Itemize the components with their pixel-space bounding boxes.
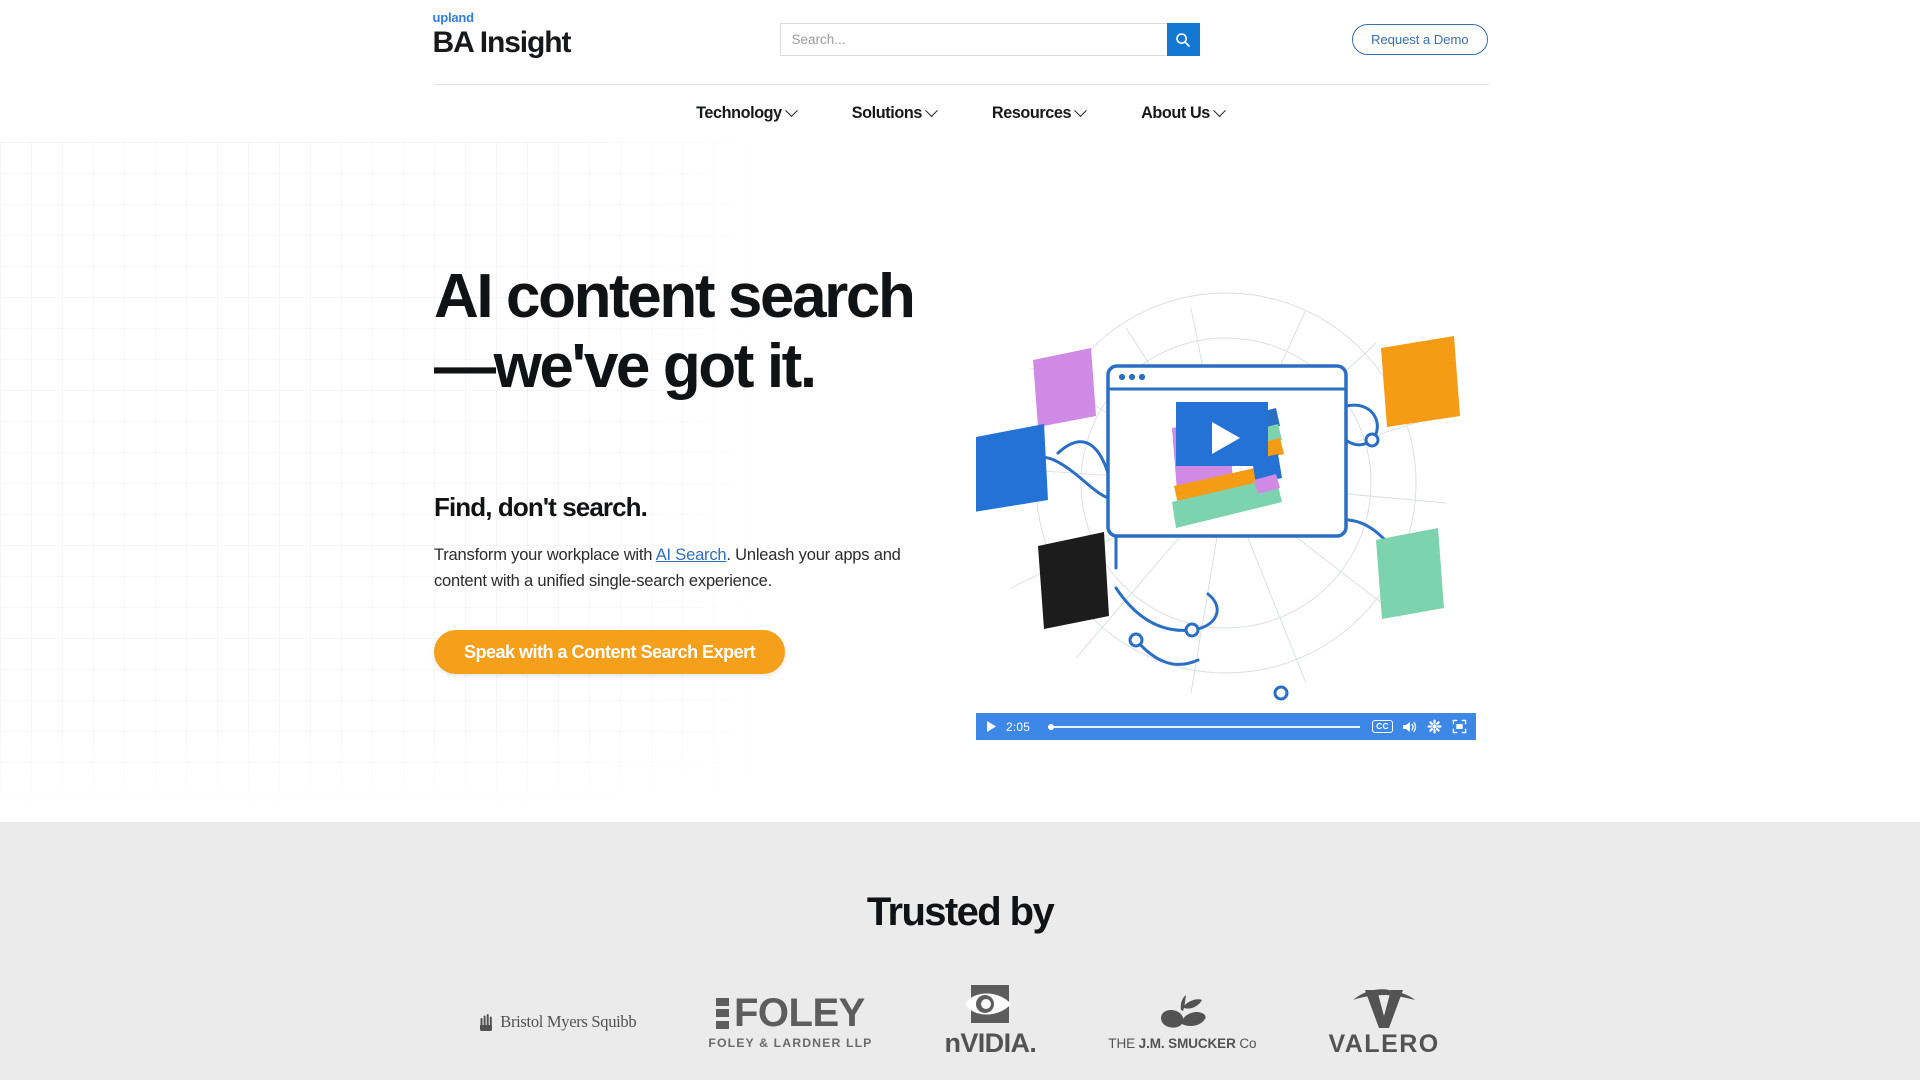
hero-subheading: Find, don't search.	[434, 492, 648, 523]
nav-item-about-us[interactable]: About Us	[1141, 104, 1226, 123]
video-illustration-graphic	[976, 292, 1460, 701]
brand-upland-label: upland	[432, 10, 475, 25]
hero-copy: AI content search—we've got it. Find, do…	[434, 262, 954, 675]
search-box	[779, 23, 1200, 56]
customer-logos-row: Bristol Myers Squibb FOLEY FOLEY & LARDN…	[0, 985, 1920, 1059]
nav-label: Technology	[696, 104, 782, 122]
logo-jm-smucker: THE J.M. SMUCKER Co	[1108, 994, 1257, 1051]
chevron-down-icon	[925, 104, 938, 118]
logo-label: THE J.M. SMUCKER Co	[1108, 1036, 1256, 1051]
closed-captions-button[interactable]: CC	[1372, 720, 1393, 733]
site-header: upland BA Insight Request a Demo	[0, 0, 1920, 85]
logo-label: Bristol Myers Squibb	[500, 1012, 637, 1031]
volume-icon	[1402, 721, 1416, 732]
gear-icon	[1427, 719, 1442, 734]
hero-body-before: Transform your workplace with	[434, 546, 656, 565]
search-button[interactable]	[1166, 23, 1200, 56]
fullscreen-icon	[1452, 719, 1467, 734]
video-progress-track	[1048, 725, 1361, 728]
brand-logo[interactable]: upland BA Insight	[432, 10, 572, 60]
deco-square-green	[1376, 528, 1444, 619]
trusted-by-section: Trusted by Bristol Myers Squibb FOLEY FO…	[0, 822, 1920, 1080]
logo-sublabel: FOLEY & LARDNER LLP	[708, 1036, 873, 1050]
nav-item-technology[interactable]: Technology	[696, 104, 798, 123]
smucker-pre: THE	[1108, 1035, 1139, 1051]
nvidia-eye-icon	[965, 985, 1012, 1023]
request-demo-button[interactable]: Request a Demo	[1351, 24, 1488, 55]
chevron-down-icon	[1212, 104, 1226, 118]
valero-v-icon	[1353, 988, 1416, 1028]
nav-item-resources[interactable]: Resources	[991, 104, 1087, 123]
video-progress-handle[interactable]	[1048, 723, 1054, 730]
smucker-post: Co	[1239, 1035, 1257, 1051]
brand-name-label: BA Insight	[432, 26, 572, 59]
trusted-by-title: Trusted by	[866, 890, 1055, 934]
nav-label: Resources	[991, 104, 1072, 122]
speak-with-expert-button[interactable]: Speak with a Content Search Expert	[434, 630, 786, 675]
deco-square-orange	[1381, 336, 1460, 427]
foley-bars-icon	[715, 997, 729, 1029]
smucker-bold: J.M. SMUCKER	[1138, 1035, 1240, 1051]
logo-foley-lardner: FOLEY FOLEY & LARDNER LLP	[708, 991, 873, 1050]
main-navigation: Technology Solutions Resources About Us	[0, 85, 1920, 142]
page-root: upland BA Insight Request a Demo Technol…	[0, 0, 1920, 1080]
chevron-down-icon	[1074, 104, 1087, 118]
logo-nvidia: nVIDIA.	[944, 985, 1037, 1059]
fullscreen-button[interactable]	[1451, 718, 1468, 735]
deco-square-purple	[1033, 348, 1096, 427]
settings-button[interactable]	[1426, 718, 1443, 735]
video-time-label: 2:05	[1006, 719, 1031, 734]
logo-label: VALERO	[1328, 1029, 1440, 1058]
deco-square-black	[1038, 532, 1109, 629]
nav-label: About Us	[1141, 104, 1210, 122]
play-button[interactable]	[984, 720, 998, 734]
smucker-fruit-icon	[1161, 994, 1206, 1028]
video-player[interactable]: 2:05 CC	[976, 288, 1476, 740]
logo-valero: VALERO	[1328, 986, 1439, 1059]
ai-search-link[interactable]: AI Search	[656, 546, 727, 564]
play-icon	[986, 721, 996, 732]
nav-label: Solutions	[851, 104, 923, 122]
video-progress-bar[interactable]	[1048, 720, 1361, 734]
logo-bristol-myers-squibb: Bristol Myers Squibb	[480, 1012, 637, 1032]
hero-heading: AI content search—we've got it.	[434, 262, 916, 402]
video-control-bar: 2:05 CC	[976, 713, 1476, 740]
hero-section: AI content search—we've got it. Find, do…	[0, 142, 1920, 822]
bristol-myers-squibb-mark-icon	[480, 1014, 493, 1031]
search-icon	[1176, 32, 1190, 47]
logo-label: nVIDIA.	[944, 1028, 1037, 1058]
chevron-down-icon	[784, 104, 798, 118]
nav-item-solutions[interactable]: Solutions	[851, 104, 938, 123]
volume-button[interactable]	[1401, 718, 1418, 735]
header-divider	[434, 84, 1489, 85]
logo-label: FOLEY	[733, 991, 865, 1035]
video-poster-illustration[interactable]	[976, 288, 1476, 708]
search-input[interactable]	[779, 23, 1167, 56]
deco-square-blue	[976, 424, 1048, 512]
hero-body-text: Transform your workplace with AI Search.…	[434, 543, 946, 594]
